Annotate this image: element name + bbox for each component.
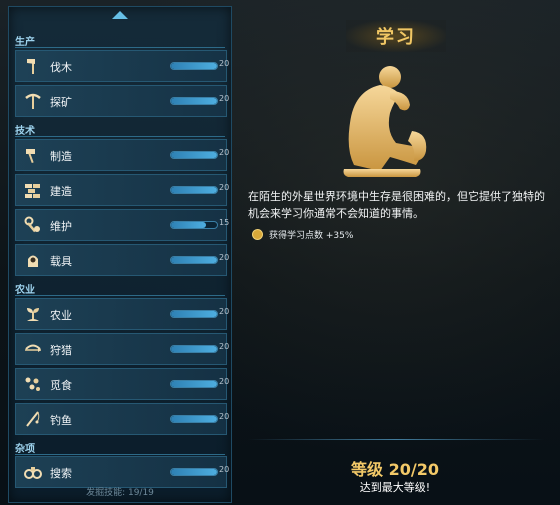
skill-progress-fill: [171, 416, 217, 422]
skill-bonus-text: 获得学习点数 +35%: [269, 231, 354, 241]
wrench-icon: [22, 214, 44, 236]
category-divider: [15, 136, 225, 137]
skill-label: 建造: [50, 185, 72, 198]
skill-value: 20: [219, 465, 230, 474]
skill-label: 狩猎: [50, 344, 72, 357]
skill-value: 20: [219, 412, 230, 421]
skill-progress-fill: [171, 98, 217, 104]
skill-progress-fill: [171, 469, 217, 475]
skill-row-fishing[interactable]: 钓鱼 20: [15, 403, 230, 435]
skill-description: 在陌生的外星世界环境中生存是很困难的，但它提供了独特的机会来学习你通常不会知道的…: [248, 190, 545, 220]
skill-value: 20: [219, 342, 230, 351]
skill-progress-fill: [171, 257, 217, 263]
skill-progress-fill: [171, 311, 217, 317]
skill-progress-bar: [170, 380, 218, 388]
max-level-notice: 达到最大等级!: [359, 481, 431, 494]
skill-progress-bar: [170, 256, 218, 264]
skill-row-foraging[interactable]: 觅食 20: [15, 368, 230, 400]
skill-value: 20: [219, 94, 230, 103]
skill-label: 觅食: [50, 379, 72, 392]
skill-value: 15: [219, 218, 230, 227]
sprout-icon: [22, 303, 44, 325]
skill-level: 等级 20/20: [351, 460, 439, 479]
skill-value: 20: [219, 183, 230, 192]
skill-value: 20: [219, 253, 230, 262]
skill-progress-bar: [170, 151, 218, 159]
scroll-up-arrow-icon[interactable]: [112, 11, 128, 19]
thinker-icon: [343, 66, 427, 177]
bricks-icon: [22, 179, 44, 201]
category-misc: 杂项: [15, 444, 35, 455]
fishing-rod-icon: [22, 408, 44, 430]
category-divider: [15, 454, 225, 455]
skill-progress-bar: [170, 310, 218, 318]
skills-discovered-counter: 发掘技能: 19/19: [86, 488, 154, 498]
binoculars-icon: [22, 461, 44, 483]
berries-icon: [22, 373, 44, 395]
skill-row-maintenance[interactable]: 维护 15: [15, 209, 230, 241]
skill-label: 搜索: [50, 467, 72, 480]
skill-progress-fill: [171, 222, 206, 228]
skill-label: 探矿: [50, 96, 72, 109]
skill-row-hunting[interactable]: 狩猎 20: [15, 333, 230, 365]
skill-progress-bar: [170, 415, 218, 423]
category-production: 生产: [15, 37, 35, 48]
skill-row-vehicles[interactable]: 载具 20: [15, 244, 230, 276]
skill-row-logging[interactable]: 伐木 20: [15, 50, 230, 82]
skill-progress-bar: [170, 186, 218, 194]
vehicle-icon: [22, 249, 44, 271]
bow-icon: [22, 338, 44, 360]
skill-row-searching[interactable]: 搜索 20: [15, 456, 230, 488]
category-technology: 技术: [15, 126, 35, 137]
hammer-icon: [22, 144, 44, 166]
skill-label: 维护: [50, 220, 72, 233]
skill-progress-fill: [171, 346, 217, 352]
skill-progress-bar: [170, 221, 218, 229]
skill-progress-fill: [171, 152, 217, 158]
skill-label: 制造: [50, 150, 72, 163]
axe-icon: [22, 55, 44, 77]
skill-progress-bar: [170, 468, 218, 476]
skill-value: 20: [219, 59, 230, 68]
skill-label: 农业: [50, 309, 72, 322]
category-divider: [15, 47, 225, 48]
skill-title: 学习: [376, 27, 416, 48]
skill-label: 钓鱼: [50, 414, 72, 427]
skill-progress-fill: [171, 63, 217, 69]
skill-value: 20: [219, 377, 230, 386]
skill-row-construction[interactable]: 建造 20: [15, 174, 230, 206]
detail-divider: [248, 439, 544, 440]
pickaxe-icon: [22, 90, 44, 112]
skill-bonus: 获得学习点数 +35%: [252, 228, 353, 241]
category-agriculture: 农业: [15, 285, 35, 296]
skill-detail-panel: 学习 在陌生的外星世界环境中生存是很困难的，但它提供了独特的机会来学习你通常不会…: [238, 6, 552, 501]
skill-label: 伐木: [50, 61, 72, 74]
learning-point-icon: [252, 229, 263, 240]
skill-row-farming[interactable]: 农业 20: [15, 298, 230, 330]
skill-value: 20: [219, 307, 230, 316]
category-divider: [15, 295, 225, 296]
skill-value: 20: [219, 148, 230, 157]
skill-progress-bar: [170, 97, 218, 105]
skill-progress-bar: [170, 62, 218, 70]
skill-progress-fill: [171, 187, 217, 193]
skill-label: 载具: [50, 255, 72, 268]
skill-row-prospecting[interactable]: 探矿 20: [15, 85, 230, 117]
skill-progress-bar: [170, 345, 218, 353]
skills-panel: 生产 伐木 20 探矿 20 技术 制造 20 建造 20 维护 15 载具 2…: [8, 6, 232, 503]
skill-progress-fill: [171, 381, 217, 387]
skill-title-banner: 学习: [346, 20, 446, 52]
skill-row-crafting[interactable]: 制造 20: [15, 139, 230, 171]
